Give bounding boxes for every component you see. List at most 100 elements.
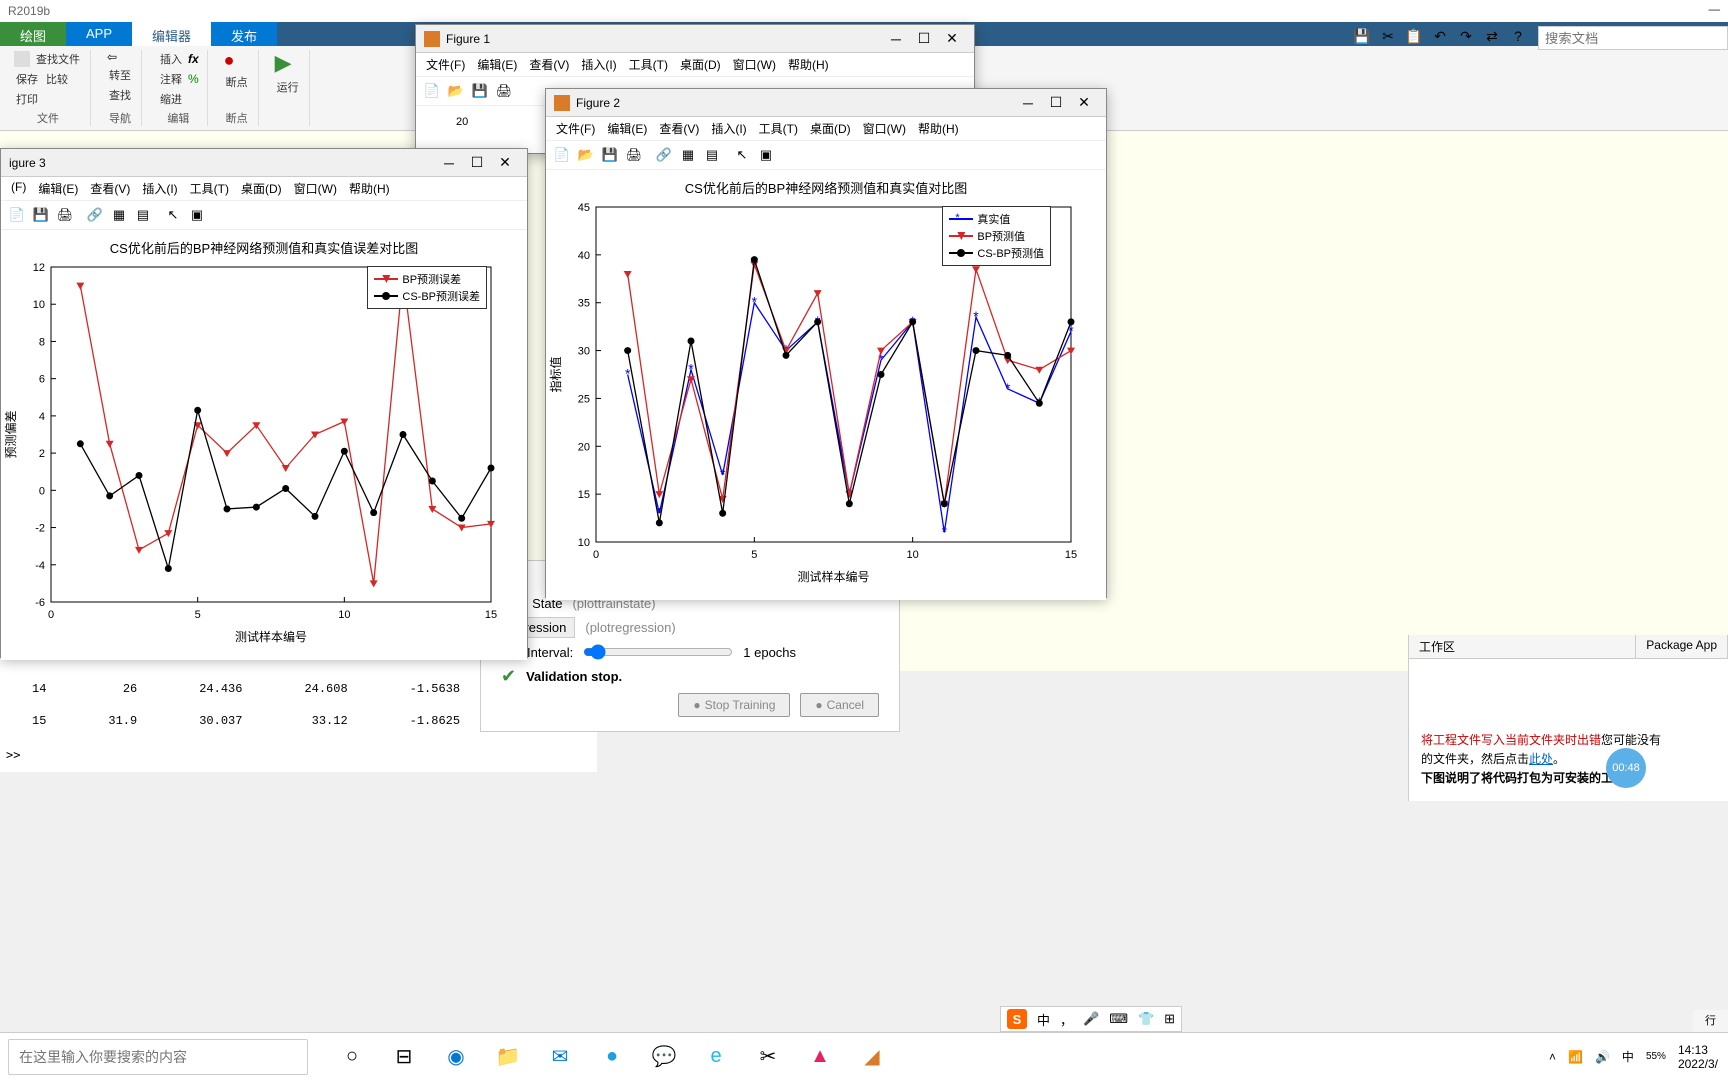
close-button[interactable]: ✕ xyxy=(938,30,966,47)
system-tray[interactable]: ˄ 📶 🔊 中 55% 14:13 2022/3/ xyxy=(1549,1043,1728,1071)
figure2-plot[interactable]: CS优化前后的BP神经网络预测值和真实值对比图 1015202530354045… xyxy=(546,170,1106,600)
cut-icon[interactable]: ✂ xyxy=(1378,26,1398,46)
explorer-icon[interactable]: 📁 xyxy=(494,1043,522,1071)
menu-view[interactable]: 查看(V) xyxy=(659,120,699,137)
menu-view[interactable]: 查看(V) xyxy=(90,180,130,197)
open-icon[interactable]: 📂 xyxy=(576,145,596,165)
menu-tools[interactable]: 工具(T) xyxy=(190,180,229,197)
link-icon[interactable]: 🔗 xyxy=(85,205,105,225)
mail-icon[interactable]: ✉ xyxy=(546,1043,574,1071)
doc-search[interactable] xyxy=(1538,26,1728,50)
stop-training-button[interactable]: ●Stop Training xyxy=(678,693,790,717)
indent-button[interactable]: 缩进 xyxy=(158,90,184,108)
breakpoint-button[interactable]: 断点 xyxy=(224,73,250,91)
back-icon[interactable]: ⇦ xyxy=(107,50,117,64)
undo-icon[interactable]: ↶ xyxy=(1430,26,1450,46)
print-button[interactable]: 打印 xyxy=(14,90,40,108)
data-icon[interactable]: ▣ xyxy=(187,205,207,225)
menu-edit[interactable]: 编辑(E) xyxy=(477,56,517,73)
wechat-icon[interactable]: 💬 xyxy=(650,1043,678,1071)
dock-icon[interactable]: ▦ xyxy=(678,145,698,165)
menu-insert[interactable]: 插入(I) xyxy=(711,120,746,137)
find-button[interactable]: 查找 xyxy=(107,86,133,104)
grid-icon[interactable]: ⊞ xyxy=(1164,1011,1175,1027)
start-icon[interactable]: ○ xyxy=(338,1043,366,1071)
menu-insert[interactable]: 插入(I) xyxy=(142,180,177,197)
edge-icon[interactable]: ◉ xyxy=(442,1043,470,1071)
maximize-button[interactable]: ☐ xyxy=(463,154,491,171)
tab-editor[interactable]: 编辑器 xyxy=(132,22,211,46)
menu-help[interactable]: 帮助(H) xyxy=(918,120,959,137)
find-files-button[interactable]: 查找文件 xyxy=(34,50,82,68)
mic-icon[interactable]: 🎤 xyxy=(1083,1011,1099,1027)
workspace-header[interactable]: 工作区 xyxy=(1409,635,1636,658)
package-header[interactable]: Package App xyxy=(1636,635,1728,658)
app-icon[interactable]: ● xyxy=(598,1043,626,1071)
data-icon[interactable]: ▣ xyxy=(756,145,776,165)
matlab-icon[interactable]: ◢ xyxy=(858,1043,886,1071)
minimize-icon[interactable]: ─ xyxy=(1709,2,1720,20)
minimize-button[interactable]: ─ xyxy=(1014,95,1042,111)
battery-icon[interactable]: 55% xyxy=(1646,1051,1666,1062)
new-icon[interactable]: 📄 xyxy=(7,205,27,225)
pointer-icon[interactable]: ↖ xyxy=(732,145,752,165)
save-icon[interactable]: 💾 xyxy=(31,205,51,225)
fx-icon[interactable]: fx xyxy=(188,52,199,66)
keyboard-icon[interactable]: ⌨ xyxy=(1109,1011,1128,1027)
menu-insert[interactable]: 插入(I) xyxy=(581,56,616,73)
menu-window[interactable]: 窗口(W) xyxy=(863,120,906,137)
minimize-button[interactable]: ─ xyxy=(882,31,910,47)
menu-file[interactable]: (F) xyxy=(11,180,26,197)
menu-window[interactable]: 窗口(W) xyxy=(294,180,337,197)
taskview-icon[interactable]: ⊟ xyxy=(390,1043,418,1071)
menu-desktop[interactable]: 桌面(D) xyxy=(241,180,282,197)
taskbar-search[interactable] xyxy=(8,1039,308,1075)
print-icon[interactable]: 🖨 xyxy=(624,145,644,165)
new-icon[interactable]: 📄 xyxy=(422,81,442,101)
menu-edit[interactable]: 编辑(E) xyxy=(38,180,78,197)
close-button[interactable]: ✕ xyxy=(491,154,519,171)
interval-slider[interactable] xyxy=(583,644,733,660)
menu-file[interactable]: 文件(F) xyxy=(556,120,595,137)
print-icon[interactable]: 🖨 xyxy=(494,81,514,101)
menu-desktop[interactable]: 桌面(D) xyxy=(680,56,721,73)
menu-help[interactable]: 帮助(H) xyxy=(788,56,829,73)
menu-window[interactable]: 窗口(W) xyxy=(733,56,776,73)
run-icon[interactable]: ▶ xyxy=(275,50,292,76)
ie-icon[interactable]: e xyxy=(702,1043,730,1071)
menu-view[interactable]: 查看(V) xyxy=(529,56,569,73)
tab-apps[interactable]: APP xyxy=(66,22,132,46)
snip-icon[interactable]: ✂ xyxy=(754,1043,782,1071)
wifi-icon[interactable]: 📶 xyxy=(1568,1050,1583,1064)
dock-icon[interactable]: ▦ xyxy=(109,205,129,225)
cancel-button[interactable]: ●Cancel xyxy=(800,693,879,717)
save-icon[interactable]: 💾 xyxy=(1352,26,1372,46)
close-button[interactable]: ✕ xyxy=(1070,94,1098,111)
volume-icon[interactable]: 🔊 xyxy=(1595,1050,1610,1064)
menu-help[interactable]: 帮助(H) xyxy=(349,180,390,197)
menu-tools[interactable]: 工具(T) xyxy=(629,56,668,73)
punct-icon[interactable]: ， xyxy=(1060,1010,1073,1029)
menu-tools[interactable]: 工具(T) xyxy=(759,120,798,137)
save-icon[interactable]: 💾 xyxy=(600,145,620,165)
new-icon[interactable]: 📄 xyxy=(552,145,572,165)
compare-button[interactable]: 比较 xyxy=(44,70,70,88)
skin-icon[interactable]: 👕 xyxy=(1138,1011,1154,1027)
goto-button[interactable]: 转至 xyxy=(107,66,133,84)
tab-publish[interactable]: 发布 xyxy=(211,22,277,46)
comment-button[interactable]: 注释 xyxy=(158,70,184,88)
minimize-button[interactable]: ─ xyxy=(435,155,463,171)
menu-edit[interactable]: 编辑(E) xyxy=(607,120,647,137)
run-button[interactable]: 运行 xyxy=(275,78,301,96)
app2-icon[interactable]: ▲ xyxy=(806,1043,834,1071)
menu-file[interactable]: 文件(F) xyxy=(426,56,465,73)
menu-desktop[interactable]: 桌面(D) xyxy=(810,120,851,137)
grid-icon[interactable]: ▤ xyxy=(133,205,153,225)
print-icon[interactable]: 🖨 xyxy=(55,205,75,225)
clock[interactable]: 14:13 2022/3/ xyxy=(1678,1043,1718,1071)
breakpoint-icon[interactable]: ● xyxy=(224,50,235,71)
maximize-button[interactable]: ☐ xyxy=(1042,94,1070,111)
chevron-up-icon[interactable]: ˄ xyxy=(1549,1050,1556,1064)
save-icon[interactable]: 💾 xyxy=(470,81,490,101)
tab-plots[interactable]: 绘图 xyxy=(0,22,66,46)
